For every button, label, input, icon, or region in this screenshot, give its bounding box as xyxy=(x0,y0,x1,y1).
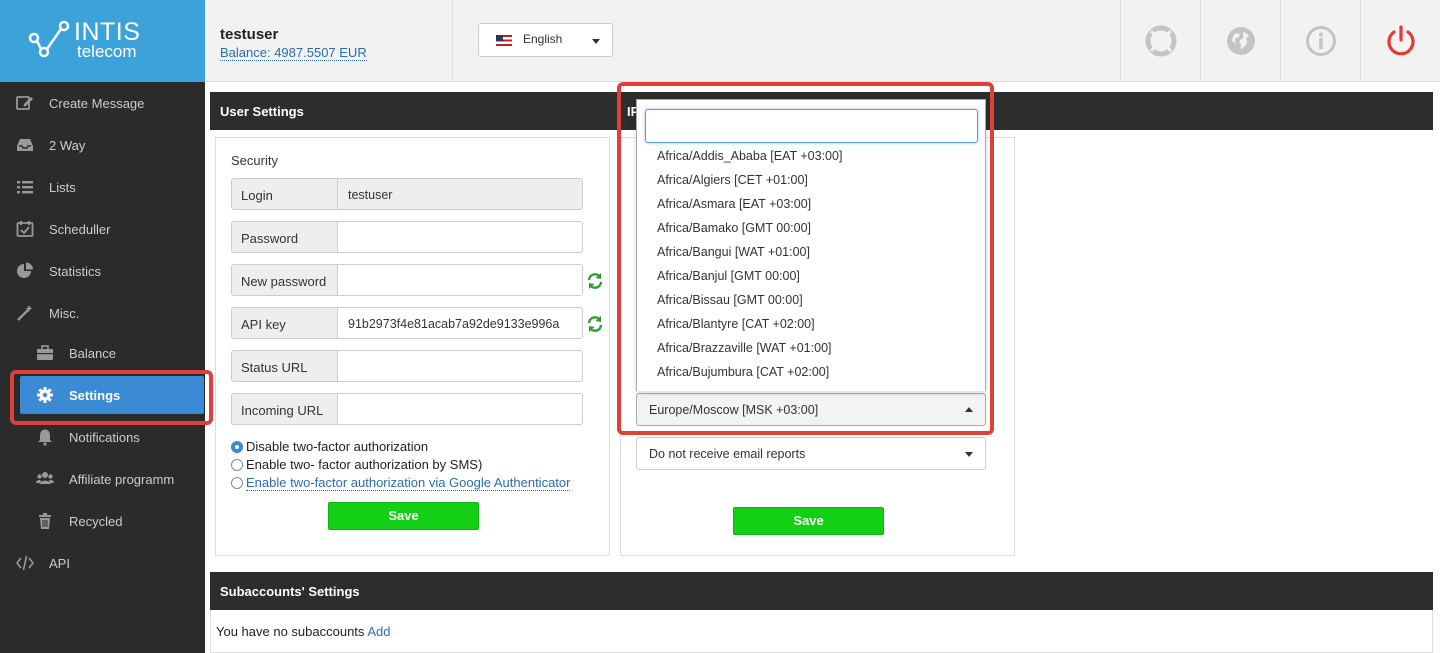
password-label: Password xyxy=(231,221,338,253)
sidebar-item-label: 2 Way xyxy=(49,138,86,153)
globe-button[interactable] xyxy=(1200,0,1280,82)
inbox-icon xyxy=(17,139,33,151)
sidebar-item-affiliate[interactable]: Affiliate programm xyxy=(0,458,205,500)
sidebar-item-statistics[interactable]: Statistics xyxy=(0,250,205,292)
briefcase-icon xyxy=(37,345,53,360)
password-input[interactable] xyxy=(337,221,583,253)
sidebar-item-label: Scheduller xyxy=(49,222,111,237)
logout-button[interactable] xyxy=(1360,0,1440,82)
radio-dot[interactable] xyxy=(231,459,243,471)
new-password-label: New password xyxy=(231,264,338,296)
sidebar-item-label: Create Message xyxy=(49,96,145,111)
login-label: Login xyxy=(231,178,338,210)
logo-text-sub: telecom xyxy=(77,42,137,61)
api-key-label: API key xyxy=(231,307,338,339)
balance-link[interactable]: Balance: 4987.5507 EUR xyxy=(220,45,367,61)
status-url-input[interactable] xyxy=(337,350,583,382)
sidebar-item-scheduller[interactable]: Scheduller xyxy=(0,208,205,250)
language-label: English xyxy=(523,32,563,46)
sidebar-item-label: API xyxy=(49,556,70,571)
user-settings-title: User Settings xyxy=(220,104,304,119)
status-url-label: Status URL xyxy=(231,350,338,382)
api-key-input[interactable]: 91b2973f4e81acab7a92de9133e996a xyxy=(337,307,583,339)
info-button[interactable] xyxy=(1280,0,1360,82)
refresh-icon[interactable] xyxy=(586,315,604,333)
sidebar-item-label: Lists xyxy=(49,180,76,195)
user-name: testuser xyxy=(220,26,279,43)
sidebar-item-balance[interactable]: Balance xyxy=(0,332,205,374)
radio-dot[interactable] xyxy=(231,477,243,489)
sidebar-item-lists[interactable]: Lists xyxy=(0,166,205,208)
radio-disable-2fa[interactable]: Disable two-factor authorization xyxy=(231,439,428,454)
subaccounts-message: You have no subaccounts Add xyxy=(216,624,390,639)
sidebar-item-label: Balance xyxy=(69,346,116,361)
radio-dot-selected[interactable] xyxy=(231,441,243,453)
email-reports-value: Do not receive email reports xyxy=(649,447,806,461)
save-button[interactable]: Save xyxy=(328,502,479,530)
settings-highlight-annotation xyxy=(10,370,213,425)
sidebar-item-label: Recycled xyxy=(69,514,123,529)
radio-label: Enable two- factor authorization by SMS) xyxy=(246,457,483,472)
logo[interactable]: INTIS telecom xyxy=(0,0,205,82)
new-password-input[interactable] xyxy=(337,264,583,296)
timezone-highlight-annotation xyxy=(617,82,994,435)
magic-wand-icon xyxy=(17,305,33,321)
radio-label: Disable two-factor authorization xyxy=(246,439,429,454)
edit-icon xyxy=(16,96,33,110)
support-button[interactable] xyxy=(1120,0,1200,82)
subaccounts-title: Subaccounts' Settings xyxy=(220,584,360,599)
sidebar: Create Message 2 Way Lists Scheduller St… xyxy=(0,82,205,653)
add-subaccount-link[interactable]: Add xyxy=(367,624,390,639)
power-icon xyxy=(1386,25,1415,56)
info-icon xyxy=(1305,26,1336,56)
language-select[interactable]: English xyxy=(478,23,613,57)
sidebar-item-misc[interactable]: Misc. xyxy=(0,292,205,334)
pie-chart-icon xyxy=(17,262,33,278)
radio-2fa-google[interactable]: Enable two-factor authorization via Goog… xyxy=(231,475,571,491)
incoming-url-label: Incoming URL xyxy=(231,393,338,425)
chevron-down-icon xyxy=(592,39,600,44)
sidebar-item-label: Affiliate programm xyxy=(69,472,175,487)
refresh-icon[interactable] xyxy=(586,272,604,290)
sidebar-item-recycled[interactable]: Recycled xyxy=(0,500,205,542)
trash-icon xyxy=(39,513,51,529)
sidebar-item-create-message[interactable]: Create Message xyxy=(0,82,205,124)
chevron-down-icon xyxy=(965,452,973,457)
header-divider xyxy=(452,0,453,82)
incoming-url-input[interactable] xyxy=(337,393,583,425)
users-icon xyxy=(36,472,54,484)
subaccounts-box xyxy=(210,610,1433,653)
save-button[interactable]: Save xyxy=(733,507,884,535)
calendar-icon xyxy=(16,221,34,237)
code-icon xyxy=(16,555,34,571)
security-title: Security xyxy=(231,153,278,168)
login-field: testuser xyxy=(337,178,583,210)
sidebar-item-2-way[interactable]: 2 Way xyxy=(0,124,205,166)
list-icon xyxy=(17,181,33,194)
sidebar-item-label: Statistics xyxy=(49,264,102,279)
radio-2fa-sms[interactable]: Enable two- factor authorization by SMS) xyxy=(231,457,482,472)
lifebuoy-icon xyxy=(1145,25,1176,57)
sidebar-item-label: Misc. xyxy=(49,306,80,321)
sidebar-item-api[interactable]: API xyxy=(0,542,205,584)
no-subaccounts-text: You have no subaccounts xyxy=(216,624,365,639)
us-flag-icon xyxy=(496,35,512,46)
subaccounts-header: Subaccounts' Settings xyxy=(210,572,1433,610)
top-bar: testuser Balance: 4987.5507 EUR English xyxy=(205,0,1440,82)
radio-label-link[interactable]: Enable two-factor authorization via Goog… xyxy=(246,475,571,491)
bell-icon xyxy=(38,429,52,446)
globe-icon xyxy=(1226,27,1255,55)
logo-mark-icon xyxy=(28,20,70,58)
email-reports-select[interactable]: Do not receive email reports xyxy=(636,437,986,470)
sidebar-item-label: Notifications xyxy=(69,430,140,445)
